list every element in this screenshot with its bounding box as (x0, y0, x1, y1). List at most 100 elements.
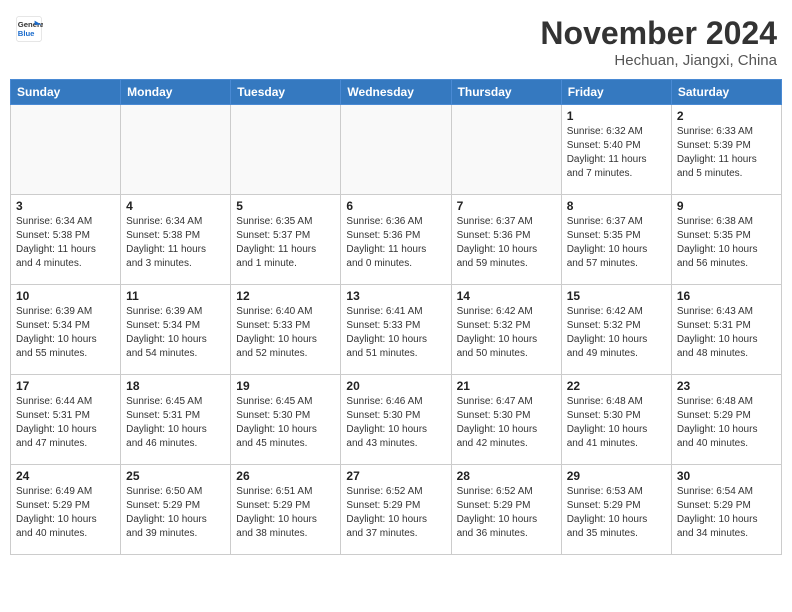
calendar-cell: 14 Sunrise: 6:42 AMSunset: 5:32 PMDayligh… (451, 285, 561, 375)
svg-text:Blue: Blue (18, 29, 35, 38)
week-row-4: 17 Sunrise: 6:44 AMSunset: 5:31 PMDayligh… (11, 375, 782, 465)
day-number: 10 (16, 289, 115, 303)
week-row-1: 1Sunrise: 6:32 AMSunset: 5:40 PMDaylight… (11, 105, 782, 195)
weekday-header-tuesday: Tuesday (231, 80, 341, 105)
day-info: Sunrise: 6:38 AMSunset: 5:35 PMDaylight:… (677, 215, 776, 271)
calendar-cell (121, 105, 231, 195)
calendar-cell (231, 105, 341, 195)
weekday-header-friday: Friday (561, 80, 671, 105)
calendar-cell (451, 105, 561, 195)
weekday-header-monday: Monday (121, 80, 231, 105)
day-info: Sunrise: 6:48 AMSunset: 5:29 PMDaylight:… (677, 395, 776, 451)
day-info: Sunrise: 6:42 AMSunset: 5:32 PMDaylight:… (567, 305, 666, 361)
day-info: Sunrise: 6:37 AMSunset: 5:35 PMDaylight:… (567, 215, 666, 271)
day-number: 18 (126, 379, 225, 393)
day-info: Sunrise: 6:50 AMSunset: 5:29 PMDaylight:… (126, 485, 225, 541)
day-number: 9 (677, 199, 776, 213)
day-number: 2 (677, 109, 776, 123)
day-number: 13 (346, 289, 445, 303)
day-number: 20 (346, 379, 445, 393)
calendar-cell: 23 Sunrise: 6:48 AMSunset: 5:29 PMDayligh… (671, 375, 781, 465)
calendar-cell (341, 105, 451, 195)
day-info: Sunrise: 6:32 AMSunset: 5:40 PMDaylight:… (567, 125, 666, 181)
calendar-cell: 3 Sunrise: 6:34 AMSunset: 5:38 PMDaylight… (11, 195, 121, 285)
calendar-cell (11, 105, 121, 195)
calendar-cell: 4 Sunrise: 6:34 AMSunset: 5:38 PMDaylight… (121, 195, 231, 285)
calendar-cell: 18Sunrise: 6:45 AMSunset: 5:31 PMDayligh… (121, 375, 231, 465)
day-number: 22 (567, 379, 666, 393)
week-row-2: 3 Sunrise: 6:34 AMSunset: 5:38 PMDaylight… (11, 195, 782, 285)
day-info: Sunrise: 6:53 AMSunset: 5:29 PMDaylight:… (567, 485, 666, 541)
day-info: Sunrise: 6:36 AMSunset: 5:36 PMDaylight:… (346, 215, 445, 271)
calendar-cell: 26 Sunrise: 6:51 AMSunset: 5:29 PMDayligh… (231, 465, 341, 555)
weekday-header-sunday: Sunday (11, 80, 121, 105)
day-info: Sunrise: 6:39 AMSunset: 5:34 PMDaylight:… (16, 305, 115, 361)
calendar-cell: 28Sunrise: 6:52 AMSunset: 5:29 PMDayligh… (451, 465, 561, 555)
calendar-cell: 12 Sunrise: 6:40 AMSunset: 5:33 PMDayligh… (231, 285, 341, 375)
day-number: 26 (236, 469, 335, 483)
day-number: 15 (567, 289, 666, 303)
day-number: 23 (677, 379, 776, 393)
calendar-cell: 25 Sunrise: 6:50 AMSunset: 5:29 PMDayligh… (121, 465, 231, 555)
month-year-title: November 2024 (540, 15, 777, 52)
day-info: Sunrise: 6:39 AMSunset: 5:34 PMDaylight:… (126, 305, 225, 361)
day-info: Sunrise: 6:41 AMSunset: 5:33 PMDaylight:… (346, 305, 445, 361)
calendar-cell: 5 Sunrise: 6:35 AMSunset: 5:37 PMDaylight… (231, 195, 341, 285)
calendar-cell: 11 Sunrise: 6:39 AMSunset: 5:34 PMDayligh… (121, 285, 231, 375)
day-number: 17 (16, 379, 115, 393)
day-number: 14 (457, 289, 556, 303)
day-number: 30 (677, 469, 776, 483)
day-number: 19 (236, 379, 335, 393)
logo-icon: General Blue (15, 15, 43, 43)
day-number: 7 (457, 199, 556, 213)
day-info: Sunrise: 6:46 AMSunset: 5:30 PMDaylight:… (346, 395, 445, 451)
location-subtitle: Hechuan, Jiangxi, China (540, 52, 777, 69)
weekday-header-wednesday: Wednesday (341, 80, 451, 105)
day-number: 25 (126, 469, 225, 483)
calendar-table: SundayMondayTuesdayWednesdayThursdayFrid… (10, 79, 782, 555)
calendar-cell: 16 Sunrise: 6:43 AMSunset: 5:31 PMDayligh… (671, 285, 781, 375)
day-number: 27 (346, 469, 445, 483)
day-info: Sunrise: 6:54 AMSunset: 5:29 PMDaylight:… (677, 485, 776, 541)
calendar-cell: 29 Sunrise: 6:53 AMSunset: 5:29 PMDayligh… (561, 465, 671, 555)
day-number: 24 (16, 469, 115, 483)
day-number: 16 (677, 289, 776, 303)
day-info: Sunrise: 6:44 AMSunset: 5:31 PMDaylight:… (16, 395, 115, 451)
week-row-3: 10 Sunrise: 6:39 AMSunset: 5:34 PMDayligh… (11, 285, 782, 375)
week-row-5: 24 Sunrise: 6:49 AMSunset: 5:29 PMDayligh… (11, 465, 782, 555)
day-number: 21 (457, 379, 556, 393)
day-info: Sunrise: 6:34 AMSunset: 5:38 PMDaylight:… (126, 215, 225, 271)
weekday-header-thursday: Thursday (451, 80, 561, 105)
weekday-header-row: SundayMondayTuesdayWednesdayThursdayFrid… (11, 80, 782, 105)
title-block: November 2024 Hechuan, Jiangxi, China (540, 15, 777, 69)
day-number: 5 (236, 199, 335, 213)
calendar-cell: 19 Sunrise: 6:45 AMSunset: 5:30 PMDayligh… (231, 375, 341, 465)
calendar-cell: 2Sunrise: 6:33 AMSunset: 5:39 PMDaylight… (671, 105, 781, 195)
day-info: Sunrise: 6:42 AMSunset: 5:32 PMDaylight:… (457, 305, 556, 361)
day-number: 11 (126, 289, 225, 303)
day-info: Sunrise: 6:34 AMSunset: 5:38 PMDaylight:… (16, 215, 115, 271)
calendar-cell: 10 Sunrise: 6:39 AMSunset: 5:34 PMDayligh… (11, 285, 121, 375)
day-info: Sunrise: 6:40 AMSunset: 5:33 PMDaylight:… (236, 305, 335, 361)
day-number: 28 (457, 469, 556, 483)
calendar-cell: 21 Sunrise: 6:47 AMSunset: 5:30 PMDayligh… (451, 375, 561, 465)
calendar-cell: 1Sunrise: 6:32 AMSunset: 5:40 PMDaylight… (561, 105, 671, 195)
calendar-cell: 17 Sunrise: 6:44 AMSunset: 5:31 PMDayligh… (11, 375, 121, 465)
day-info: Sunrise: 6:35 AMSunset: 5:37 PMDaylight:… (236, 215, 335, 271)
day-number: 4 (126, 199, 225, 213)
day-info: Sunrise: 6:47 AMSunset: 5:30 PMDaylight:… (457, 395, 556, 451)
calendar-cell: 22Sunrise: 6:48 AMSunset: 5:30 PMDayligh… (561, 375, 671, 465)
calendar-cell: 30 Sunrise: 6:54 AMSunset: 5:29 PMDayligh… (671, 465, 781, 555)
calendar-cell: 13 Sunrise: 6:41 AMSunset: 5:33 PMDayligh… (341, 285, 451, 375)
day-number: 6 (346, 199, 445, 213)
day-info: Sunrise: 6:43 AMSunset: 5:31 PMDaylight:… (677, 305, 776, 361)
day-number: 29 (567, 469, 666, 483)
day-info: Sunrise: 6:51 AMSunset: 5:29 PMDaylight:… (236, 485, 335, 541)
calendar-cell: 8Sunrise: 6:37 AMSunset: 5:35 PMDaylight… (561, 195, 671, 285)
calendar-cell: 7Sunrise: 6:37 AMSunset: 5:36 PMDaylight… (451, 195, 561, 285)
day-number: 12 (236, 289, 335, 303)
day-number: 3 (16, 199, 115, 213)
day-info: Sunrise: 6:45 AMSunset: 5:30 PMDaylight:… (236, 395, 335, 451)
logo: General Blue (15, 15, 43, 43)
day-info: Sunrise: 6:49 AMSunset: 5:29 PMDaylight:… (16, 485, 115, 541)
